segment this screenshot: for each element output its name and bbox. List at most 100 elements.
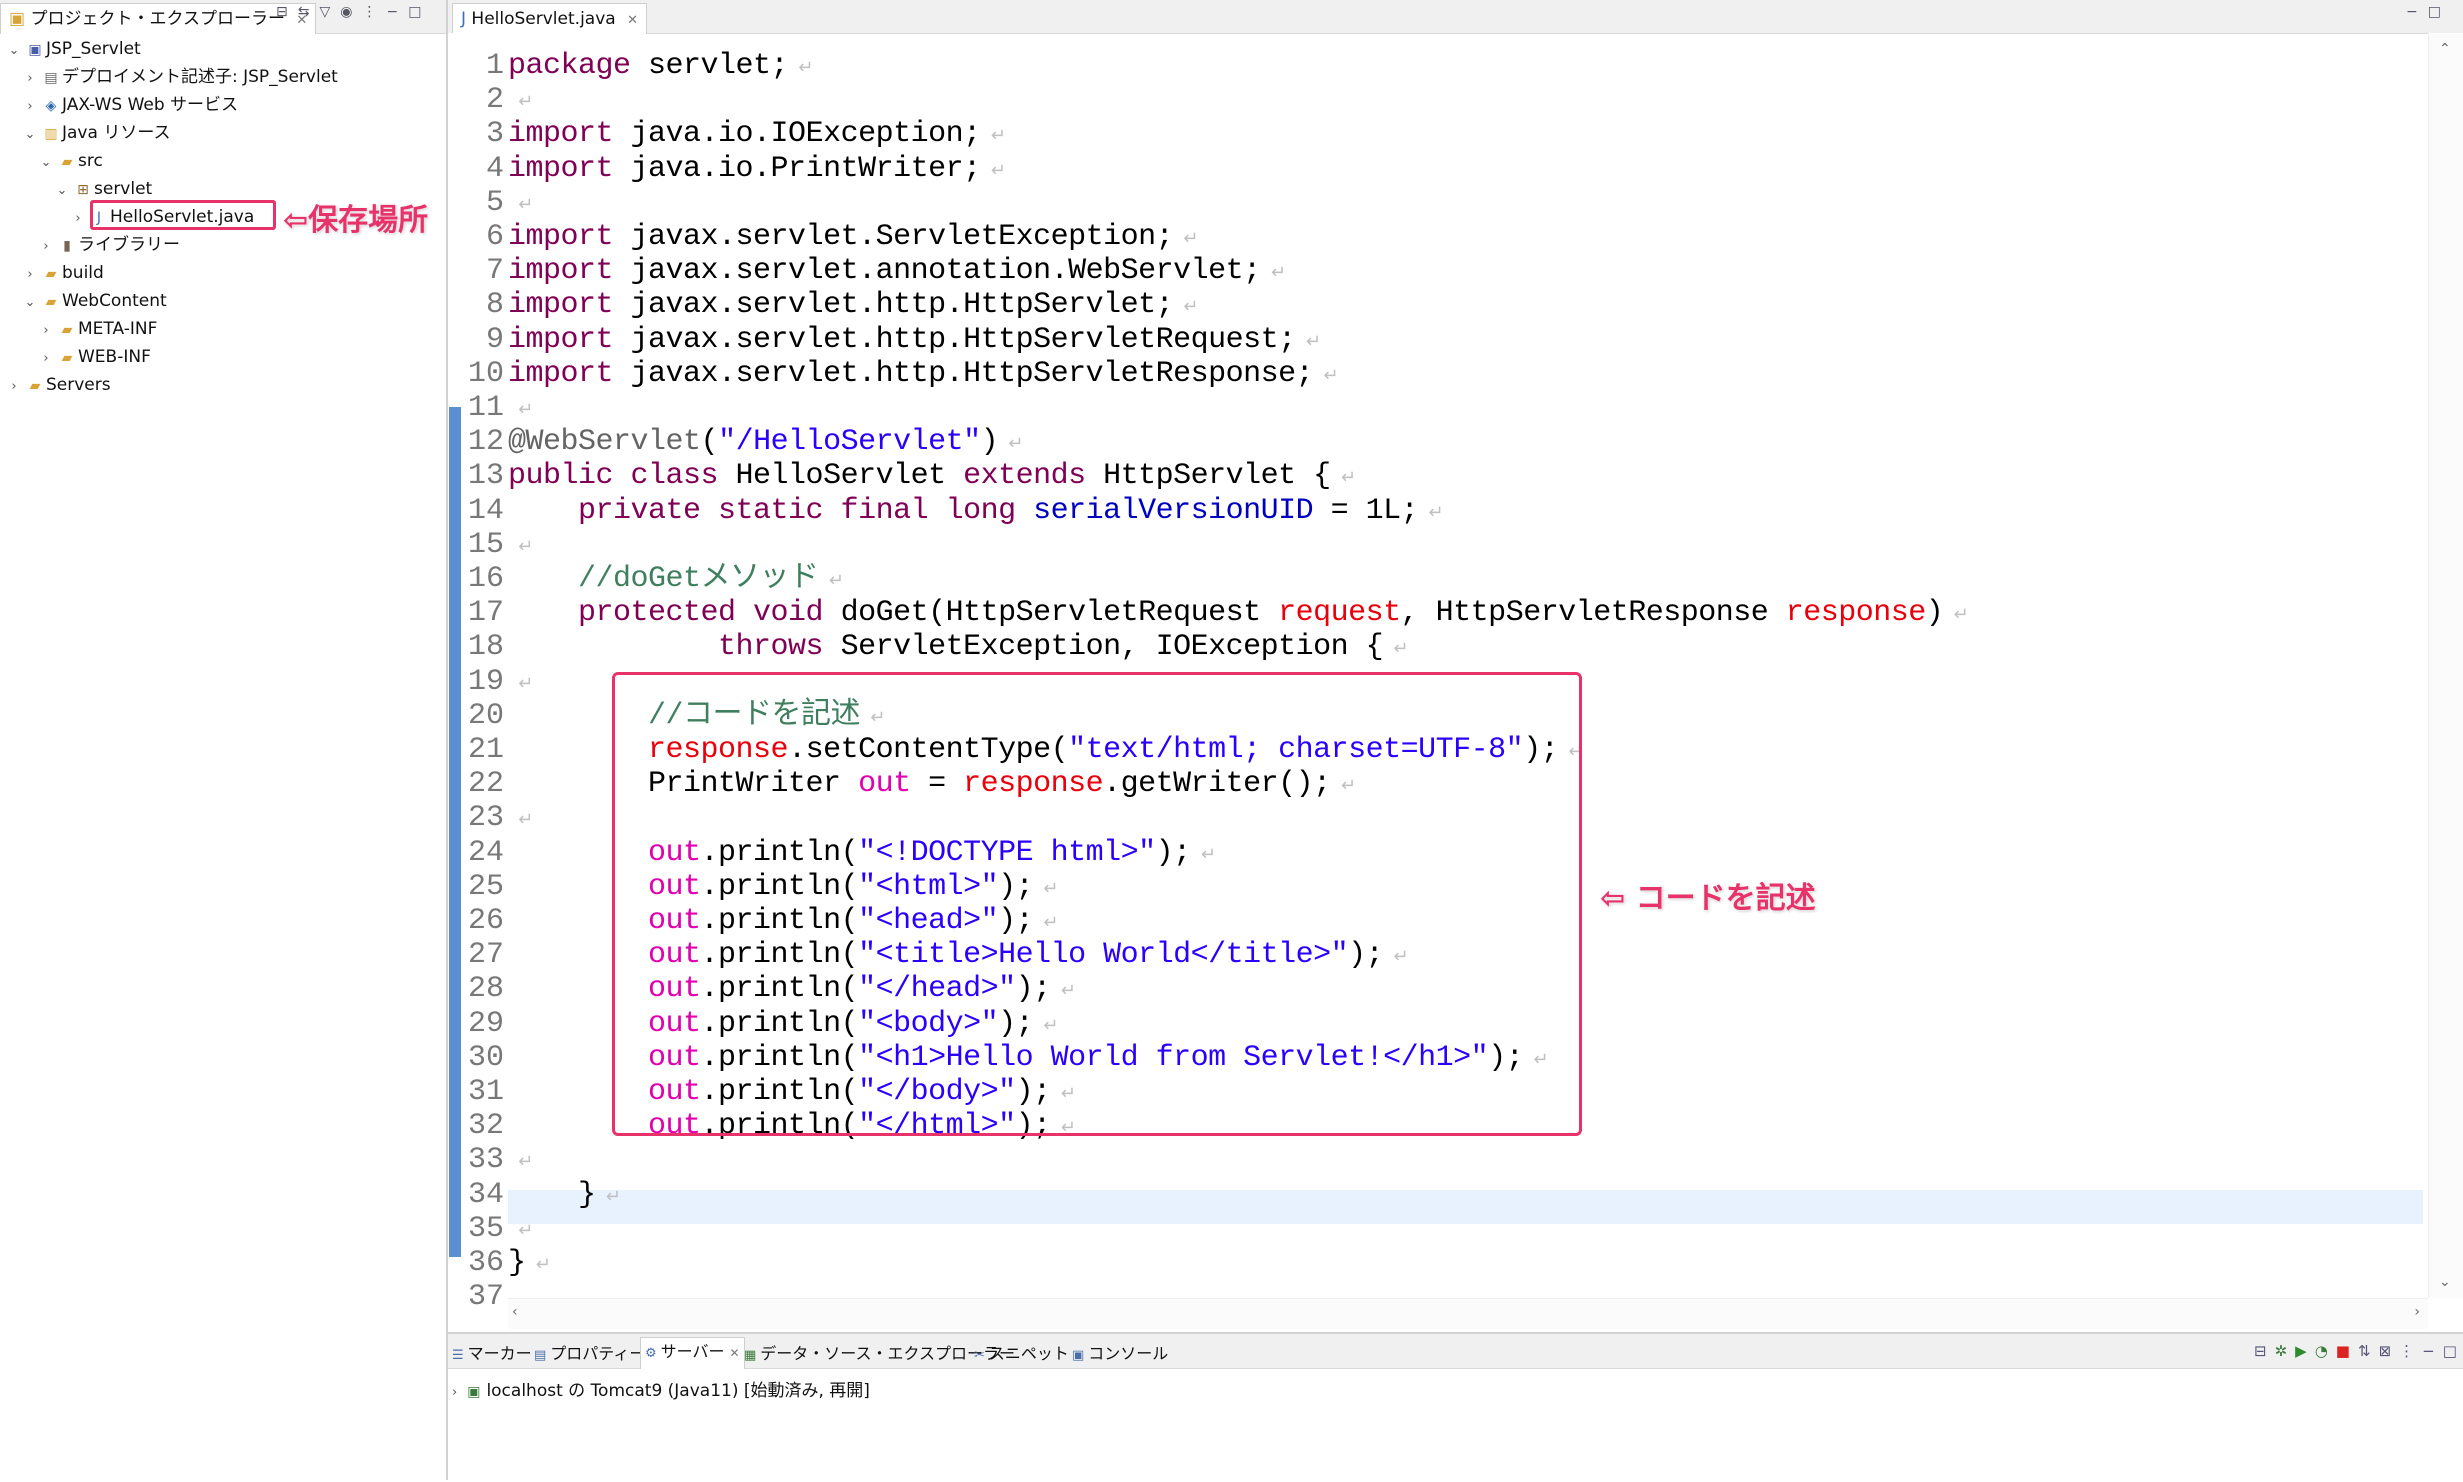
line-number: 14 xyxy=(467,493,504,528)
code-token: throws xyxy=(718,630,824,665)
line-number: 6 xyxy=(485,220,504,254)
chevron-down-icon[interactable]: ⌄ xyxy=(20,122,40,148)
vertical-scrollbar[interactable]: ⌃ ⌄ xyxy=(2428,33,2463,1298)
code-token: } xyxy=(508,1177,596,1212)
chevron-down-icon[interactable]: ⌄ xyxy=(4,38,24,64)
server-list-item[interactable]: › ▣ localhost の Tomcat9 (Java11) [始動済み, 再開… xyxy=(452,1376,870,1401)
line-end-icon: ↵ xyxy=(1383,640,1409,661)
close-icon[interactable]: ✕ xyxy=(627,13,638,28)
project-icon: ▣ xyxy=(28,42,42,58)
minimize-icon[interactable]: − xyxy=(2422,1342,2443,1360)
chevron-down-icon[interactable]: ⌄ xyxy=(20,290,40,316)
stop-icon[interactable]: ■ xyxy=(2336,1342,2358,1360)
code-line: ↵ xyxy=(508,1143,533,1180)
chevron-right-icon[interactable]: › xyxy=(36,234,56,260)
view-menu-icon[interactable]: ⋮ xyxy=(2399,1342,2422,1360)
scroll-up-icon[interactable]: ⌃ xyxy=(2439,41,2451,57)
line-number: 9 xyxy=(485,322,504,357)
chevron-right-icon[interactable]: › xyxy=(68,206,88,232)
code-token: extends xyxy=(963,459,1086,494)
line-number: 25 xyxy=(467,869,504,904)
maximize-icon[interactable]: □ xyxy=(2428,4,2451,20)
code-line: import javax.servlet.annotation.WebServl… xyxy=(508,254,1286,291)
tree-item[interactable]: ⌄ ⊞ servlet xyxy=(52,176,153,204)
tree-item-label: JAX-WS Web サービス xyxy=(62,95,239,115)
start-icon[interactable]: ▶ xyxy=(2295,1342,2315,1360)
tree-item[interactable]: › ▰ META-INF xyxy=(36,316,157,342)
chevron-right-icon[interactable]: › xyxy=(20,66,40,92)
tree-item[interactable]: ⌄ ▥ Java リソース xyxy=(20,120,171,148)
scroll-left-icon[interactable]: ‹ xyxy=(512,1304,518,1320)
disconnect-icon[interactable]: ⊠ xyxy=(2379,1342,2400,1360)
code-token: import xyxy=(508,151,614,186)
horizontal-scrollbar[interactable]: ‹ › xyxy=(508,1298,2428,1329)
close-icon[interactable]: ✕ xyxy=(730,1346,740,1360)
minimize-icon[interactable]: − xyxy=(2406,4,2428,20)
tree-item[interactable]: › ▰ Servers xyxy=(4,372,110,400)
line-number: 10 xyxy=(467,356,504,391)
maximize-icon[interactable]: □ xyxy=(408,4,431,20)
tab-console[interactable]: ▣ コンソール xyxy=(1072,1340,1168,1364)
chevron-down-icon[interactable]: ⌄ xyxy=(52,178,72,204)
code-token: ) xyxy=(1925,596,1944,631)
minimize-icon[interactable]: − xyxy=(386,4,408,20)
line-number: 15 xyxy=(467,527,504,562)
data-source-icon: ▦ xyxy=(744,1348,757,1363)
library-icon: ▮ xyxy=(63,238,71,254)
tab-snippets[interactable]: ✂ スニペット xyxy=(974,1340,1069,1364)
maximize-icon[interactable]: □ xyxy=(2443,1342,2463,1360)
folder-icon: ▰ xyxy=(61,350,73,366)
link-editor-icon[interactable]: ⇆ xyxy=(298,4,320,20)
collapse-all-icon[interactable]: ⊟ xyxy=(276,4,298,20)
code-line: import javax.servlet.ServletException; ↵ xyxy=(508,220,1199,257)
chevron-right-icon[interactable]: › xyxy=(36,346,56,372)
line-number: 18 xyxy=(467,630,504,665)
line-number: 1 xyxy=(485,49,504,83)
line-end-icon: ↵ xyxy=(508,811,533,832)
folder-icon: ▰ xyxy=(45,266,57,282)
tab-servers[interactable]: ⚙ サーバー ✕ xyxy=(640,1337,745,1369)
expand-arrow-icon[interactable]: › xyxy=(452,1385,457,1400)
chevron-right-icon[interactable]: › xyxy=(36,318,56,344)
chevron-right-icon[interactable]: › xyxy=(20,94,40,120)
code-token: = 1L; xyxy=(1313,493,1419,528)
tree-item[interactable]: › ▤ デプロイメント記述子: JSP_Servlet xyxy=(20,64,337,92)
scroll-down-icon[interactable]: ⌄ xyxy=(2439,1274,2451,1290)
tab-properties[interactable]: ▤ プロパティー xyxy=(534,1340,645,1364)
line-number: 8 xyxy=(485,288,504,323)
tree-item-label: src xyxy=(78,151,103,171)
java-file-icon: J xyxy=(461,9,467,29)
tree-item[interactable]: › ▰ build xyxy=(20,260,103,288)
line-number: 13 xyxy=(467,459,504,494)
line-end-icon: ↵ xyxy=(595,1187,621,1208)
publish-icon[interactable]: ⇅ xyxy=(2358,1342,2379,1360)
line-end-icon: ↵ xyxy=(508,195,533,216)
code-token: @WebServlet xyxy=(508,425,701,460)
chevron-right-icon[interactable]: › xyxy=(20,262,40,288)
code-line: ↵ xyxy=(508,665,533,702)
tree-item[interactable]: ⌄ ▰ src xyxy=(36,148,103,174)
line-end-icon: ↵ xyxy=(980,161,1006,182)
line-number: 21 xyxy=(467,733,504,767)
tree-item[interactable]: › ◈ JAX-WS Web サービス xyxy=(20,92,238,118)
focus-icon[interactable]: ◉ xyxy=(340,4,362,20)
tab-markers[interactable]: ☰ マーカー xyxy=(452,1340,532,1364)
chevron-right-icon[interactable]: › xyxy=(4,374,24,400)
filter-icon[interactable]: ▽ xyxy=(319,4,340,20)
chevron-down-icon[interactable]: ⌄ xyxy=(36,150,56,176)
package-icon: ⊞ xyxy=(77,182,89,198)
debug-icon[interactable]: ✲ xyxy=(2275,1342,2296,1360)
view-menu-icon[interactable]: ⋮ xyxy=(362,4,386,20)
line-number: 4 xyxy=(485,151,504,186)
tree-item[interactable]: › ▰ WEB-INF xyxy=(36,344,150,372)
tree-item[interactable]: › ▮ ライブラリー xyxy=(36,232,180,258)
code-token: //doGetメソッド xyxy=(578,562,819,596)
tree-item[interactable]: ⌄ ▣ JSP_Servlet xyxy=(4,36,141,62)
collapse-icon[interactable]: ⊟ xyxy=(2254,1342,2275,1360)
tab-helloservlet-java[interactable]: J HelloServlet.java ✕ xyxy=(452,3,647,34)
tree-item[interactable]: ⌄ ▰ WebContent xyxy=(20,288,167,314)
tab-project-explorer[interactable]: ▣ プロジェクト・エクスプローラー ✕ xyxy=(0,3,317,34)
scroll-right-icon[interactable]: › xyxy=(2414,1304,2420,1320)
line-number: 11 xyxy=(467,391,504,425)
profile-icon[interactable]: ◔ xyxy=(2315,1342,2336,1360)
